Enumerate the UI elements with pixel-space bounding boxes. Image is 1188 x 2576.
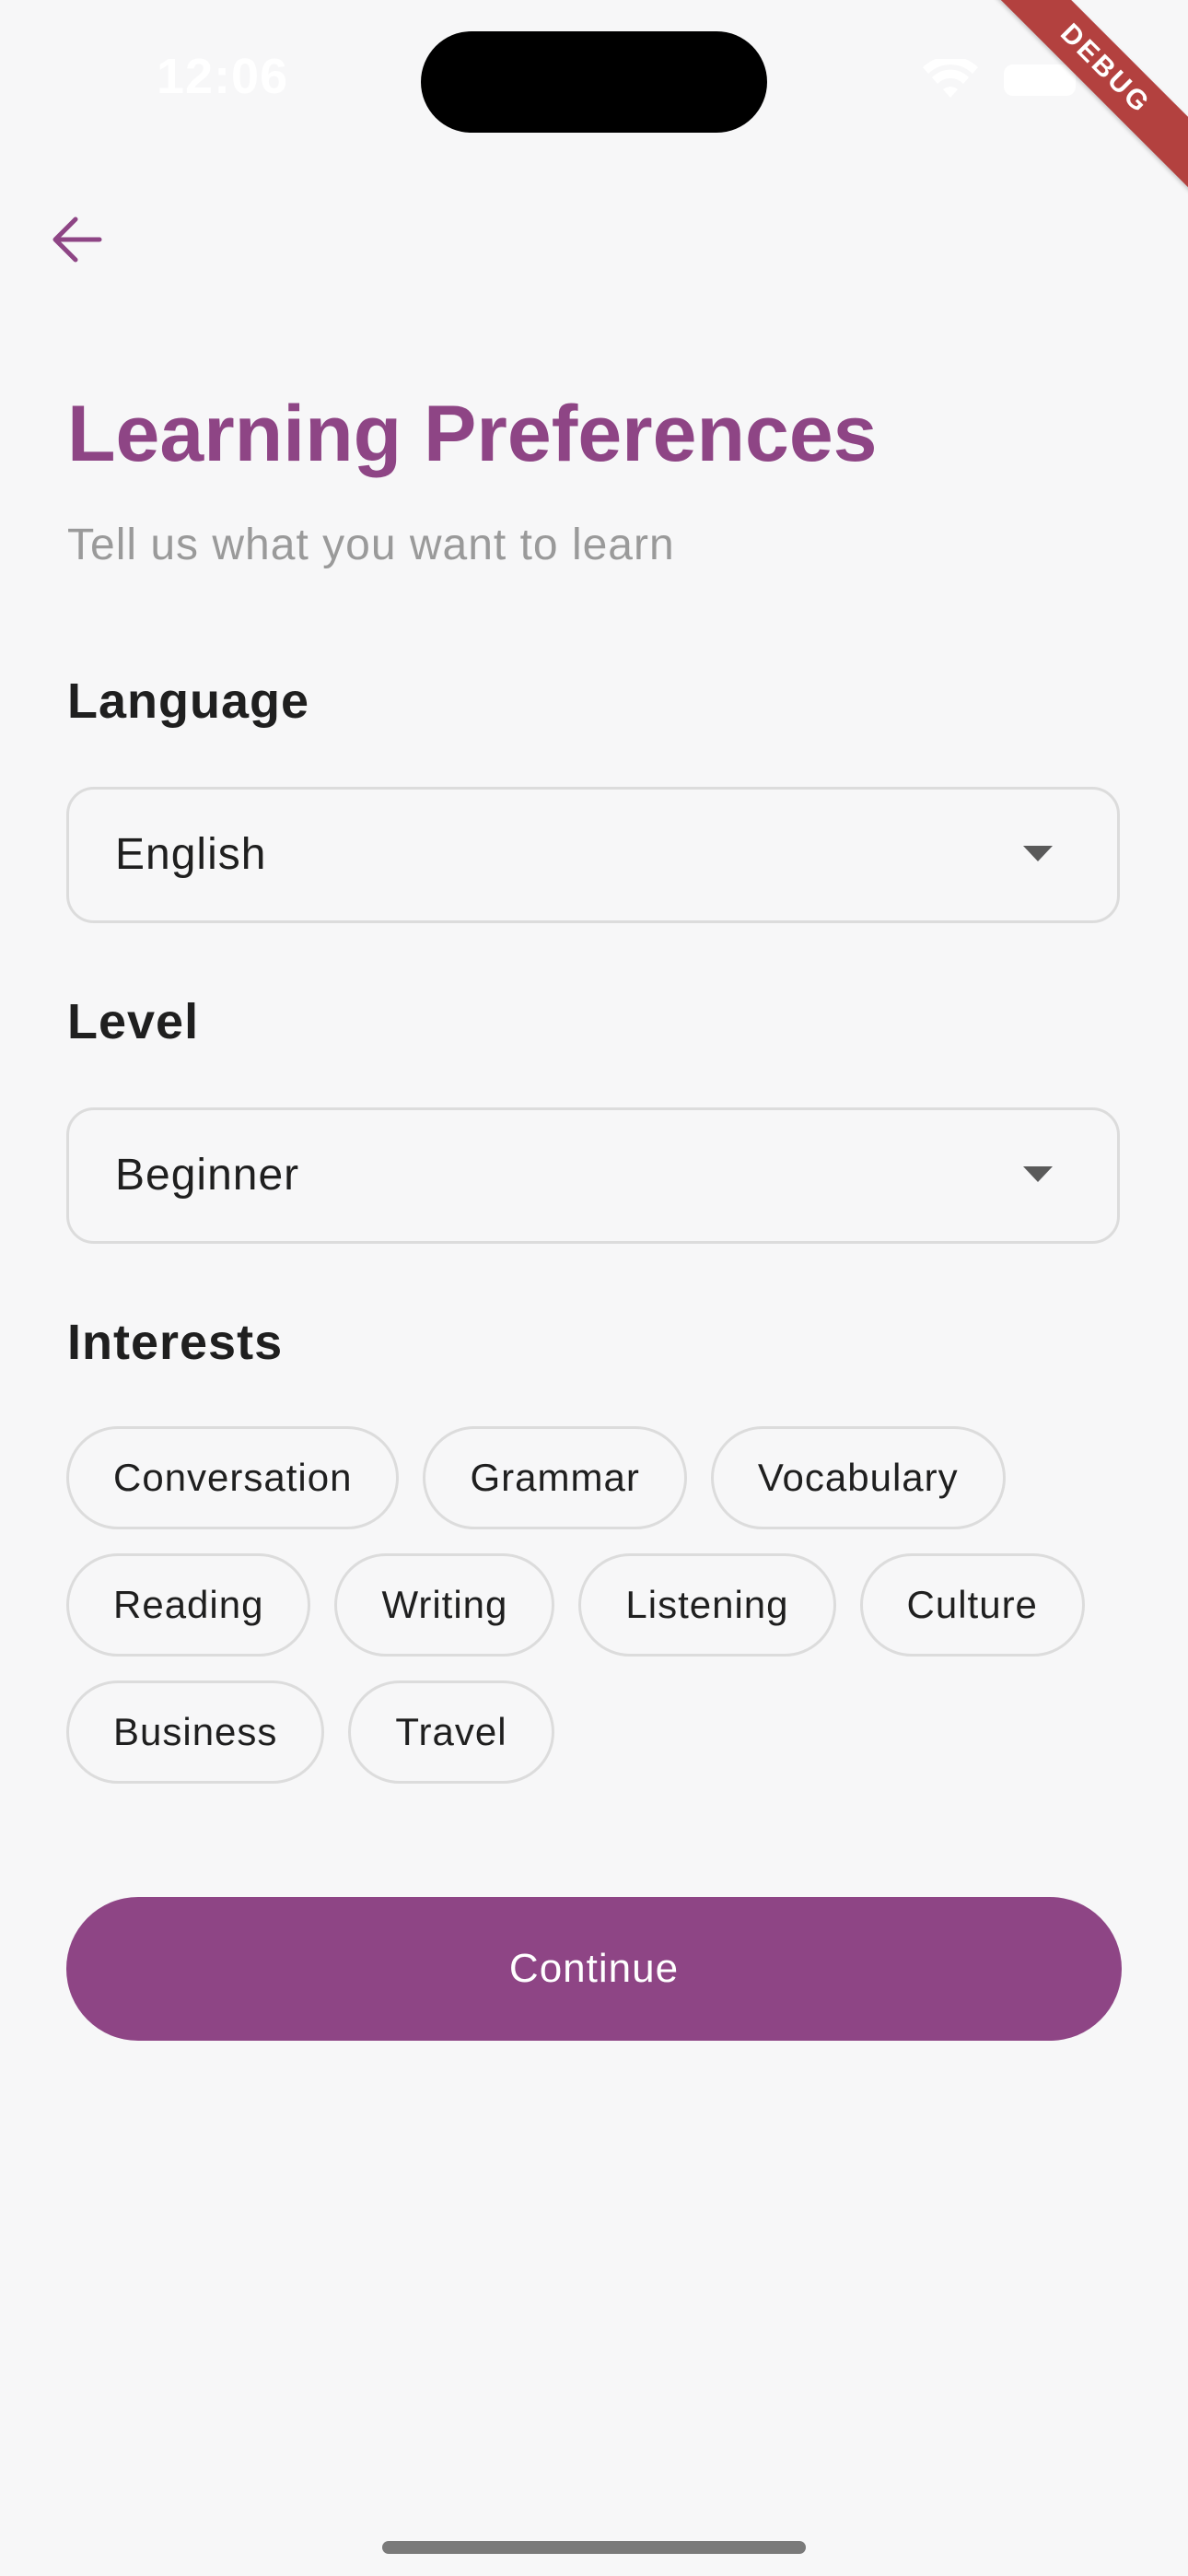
home-indicator <box>382 2541 806 2554</box>
arrow-left-icon <box>52 217 102 263</box>
language-selected-value: English <box>115 830 267 879</box>
interest-chip-conversation[interactable]: Conversation <box>66 1426 400 1529</box>
level-dropdown[interactable]: Beginner <box>66 1107 1120 1244</box>
level-selected-value: Beginner <box>115 1151 300 1200</box>
interest-chip-vocabulary[interactable]: Vocabulary <box>710 1426 1006 1529</box>
status-time: 12:06 <box>157 49 289 104</box>
page-title: Learning Preferences <box>67 390 878 478</box>
interests-label: Interests <box>67 1315 284 1370</box>
page-subtitle: Tell us what you want to learn <box>67 521 675 569</box>
dynamic-island <box>421 31 767 133</box>
continue-button[interactable]: Continue <box>66 1897 1122 2041</box>
level-label: Level <box>67 994 200 1049</box>
interest-chip-reading[interactable]: Reading <box>66 1553 311 1657</box>
interest-chip-culture[interactable]: Culture <box>859 1553 1085 1657</box>
caret-down-icon <box>1023 1166 1053 1182</box>
interest-chip-business[interactable]: Business <box>66 1680 325 1784</box>
caret-down-icon <box>1023 846 1053 861</box>
battery-icon <box>1004 64 1076 96</box>
language-label: Language <box>67 673 310 729</box>
interests-chip-group: Conversation Grammar Vocabulary Reading … <box>66 1426 1125 1784</box>
interest-chip-listening[interactable]: Listening <box>578 1553 836 1657</box>
status-bar: 12:06 <box>0 0 1188 157</box>
wifi-icon <box>923 59 978 98</box>
language-dropdown[interactable]: English <box>66 787 1120 923</box>
interest-chip-writing[interactable]: Writing <box>334 1553 555 1657</box>
interest-chip-grammar[interactable]: Grammar <box>423 1426 687 1529</box>
interest-chip-travel[interactable]: Travel <box>348 1680 554 1784</box>
back-button[interactable] <box>41 203 114 276</box>
